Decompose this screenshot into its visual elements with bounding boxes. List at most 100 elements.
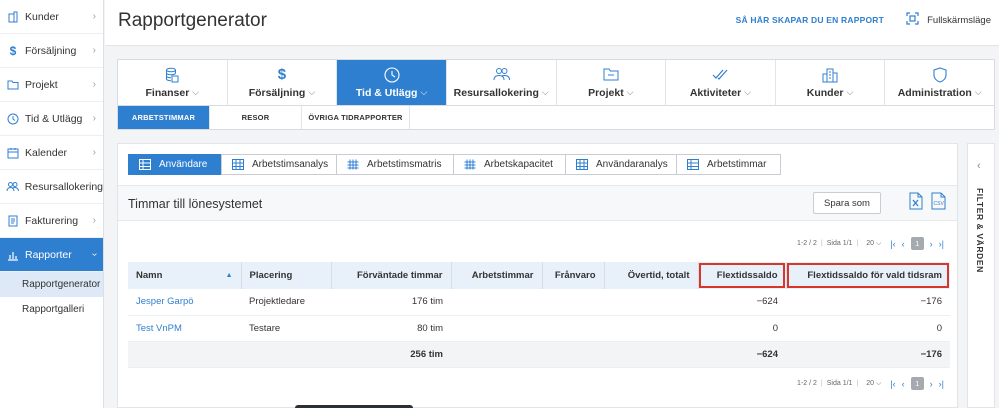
subtab-arbetstimmar[interactable]: ARBETSTIMMAR xyxy=(118,106,210,129)
next-page-icon[interactable]: › xyxy=(930,379,933,389)
save-as-button[interactable]: Spara som xyxy=(813,192,881,214)
column-header-flextidssaldo[interactable]: Flextidssaldo xyxy=(698,262,787,289)
sidebar-item-label: Projekt xyxy=(25,78,58,91)
column-header-flextidssaldo-vald-tidsram[interactable]: Flextidssaldo för vald tidsram xyxy=(786,262,950,289)
sidebar-item-kunder[interactable]: Kunder › xyxy=(0,0,103,34)
csv-icon-text: CSV xyxy=(934,201,945,207)
category-aktiviteter[interactable]: Aktiviteter ⌵ xyxy=(666,60,776,105)
row-name-link[interactable]: Jesper Garpö xyxy=(128,289,241,316)
sidebar-item-label: Tid & Utlägg xyxy=(25,112,83,125)
column-header-overtid-totalt[interactable]: Övertid, totalt xyxy=(604,262,699,289)
page-size-select[interactable]: 20 ⌵ xyxy=(866,380,881,388)
report-tab-arbetstimsmatris[interactable]: Arbetstimsmatris xyxy=(336,154,454,175)
current-page[interactable]: 1 xyxy=(910,237,924,250)
invoice-icon xyxy=(6,214,20,228)
clock-icon xyxy=(384,66,400,83)
row-worked-hours xyxy=(451,289,542,316)
page-title: Rapportgenerator xyxy=(118,10,267,31)
report-tab-arbetstimmar[interactable]: Arbetstimmar xyxy=(676,154,781,175)
category-tid-utlagg[interactable]: Tid & Utlägg ⌵ xyxy=(337,60,447,105)
filter-panel-toggle[interactable]: ‹ FILTER & VÄRDEN xyxy=(967,143,995,408)
column-header-forvantade-timmar[interactable]: Förväntade timmar xyxy=(331,262,452,289)
sidebar-item-projekt[interactable]: Projekt › xyxy=(0,68,103,102)
category-administration[interactable]: Administration ⌵ xyxy=(885,60,994,105)
category-label: Administration xyxy=(897,86,972,99)
category-kunder[interactable]: Kunder ⌵ xyxy=(776,60,886,105)
dollar-icon: $ xyxy=(9,43,17,58)
category-label: Projekt xyxy=(588,86,624,99)
sidebar: Kunder › $ Försäljning › Projekt › Tid &… xyxy=(0,0,104,408)
chevron-down-icon: › xyxy=(88,252,100,257)
first-page-icon[interactable]: |‹ xyxy=(890,379,895,389)
prev-page-icon[interactable]: ‹ xyxy=(902,239,905,249)
excel-export-icon[interactable] xyxy=(909,192,923,215)
row-overtime xyxy=(604,289,698,316)
row-absence xyxy=(542,289,604,316)
page-size-value: 20 xyxy=(866,380,875,387)
shield-icon xyxy=(933,66,947,83)
last-page-icon[interactable]: ›| xyxy=(939,379,944,389)
list-icon xyxy=(687,159,699,170)
row-flex-balance-range: −176 xyxy=(786,289,950,316)
report-tab-label: Användare xyxy=(159,159,208,170)
chevron-right-icon: › xyxy=(92,79,96,90)
category-bar: Finanser ⌵ $ Försäljning ⌵ Tid & Utlägg ⌵ R… xyxy=(117,59,995,106)
row-flex-balance: 0 xyxy=(698,315,786,342)
column-header-namn[interactable]: Namn ▲ xyxy=(128,262,242,289)
sidebar-item-rapporter[interactable]: Rapporter › xyxy=(0,238,103,272)
csv-export-icon[interactable]: CSV xyxy=(931,192,947,215)
how-to-create-report-link[interactable]: SÅ HÄR SKAPAR DU EN RAPPORT xyxy=(736,15,884,25)
chevron-down-icon: ⌵ xyxy=(744,87,752,97)
pagination-page-info: Sida 1/1 xyxy=(826,380,853,387)
chart-icon xyxy=(6,248,20,262)
row-overtime xyxy=(604,315,698,342)
sort-asc-icon: ▲ xyxy=(225,272,233,279)
prev-page-icon[interactable]: ‹ xyxy=(902,379,905,389)
chevron-right-icon: › xyxy=(92,147,96,158)
row-expected-hours: 176 tim xyxy=(331,289,451,316)
sidebar-item-resursallokering[interactable]: Resursallokering xyxy=(0,170,103,204)
report-table: Namn ▲ Placering Förväntade timmar Arbets… xyxy=(128,262,950,368)
subtab-ovriga-tidrapporter[interactable]: ÖVRIGA TIDRAPPORTER xyxy=(302,106,410,129)
current-page[interactable]: 1 xyxy=(910,377,924,390)
sidebar-subitem-rapportgenerator[interactable]: Rapportgenerator xyxy=(0,272,103,297)
page-size-value: 20 xyxy=(866,240,875,247)
next-page-icon[interactable]: › xyxy=(930,239,933,249)
row-worked-hours xyxy=(451,315,542,342)
report-tab-anvandare[interactable]: Användare xyxy=(128,154,222,175)
column-header-placering[interactable]: Placering xyxy=(241,262,332,289)
chevron-left-icon: ‹ xyxy=(977,160,981,172)
pagination-top: 1-2 / 2 | Sida 1/1 | 20 ⌵ |‹ ‹ 1 › ›| xyxy=(797,237,944,250)
report-header: Timmar till lönesystemet Spara som CSV xyxy=(118,185,957,221)
category-finanser[interactable]: Finanser ⌵ xyxy=(118,60,228,105)
page-size-select[interactable]: 20 ⌵ xyxy=(866,240,881,248)
row-name-link[interactable]: Test VnPM xyxy=(128,315,241,342)
double-check-icon xyxy=(712,67,728,83)
category-projekt[interactable]: Projekt ⌵ xyxy=(557,60,667,105)
fullscreen-button[interactable]: Fullskärmsläge xyxy=(906,12,991,28)
sidebar-item-forsaljning[interactable]: $ Försäljning › xyxy=(0,34,103,68)
matrix-icon xyxy=(347,159,359,170)
column-header-arbetstimmar[interactable]: Arbetstimmar xyxy=(451,262,543,289)
sidebar-item-tid-utlagg[interactable]: Tid & Utlägg › xyxy=(0,102,103,136)
column-header-franvaro[interactable]: Frånvaro xyxy=(542,262,605,289)
sidebar-item-kalender[interactable]: Kalender › xyxy=(0,136,103,170)
grid-icon xyxy=(232,159,244,170)
last-page-icon[interactable]: ›| xyxy=(939,239,944,249)
pagination-range: 1-2 / 2 xyxy=(797,380,817,387)
chevron-down-icon: ⌵ xyxy=(308,87,316,97)
chevron-down-icon: ⌵ xyxy=(541,87,549,97)
report-tab-arbetstimsanalys[interactable]: Arbetstimsanalys xyxy=(221,154,337,175)
subtab-resor[interactable]: RESOR xyxy=(210,106,302,129)
first-page-icon[interactable]: |‹ xyxy=(890,239,895,249)
category-label: Resursallokering xyxy=(453,86,539,99)
sidebar-subitem-rapportgalleri[interactable]: Rapportgalleri xyxy=(0,297,103,322)
category-resursallokering[interactable]: Resursallokering ⌵ xyxy=(447,60,557,105)
report-tab-anvandaranalys[interactable]: Användaranalys xyxy=(565,154,677,175)
sidebar-item-fakturering[interactable]: Fakturering › xyxy=(0,204,103,238)
report-tab-arbetskapacitet[interactable]: Arbetskapacitet xyxy=(453,154,566,175)
building-icon xyxy=(6,10,20,24)
category-forsaljning[interactable]: $ Försäljning ⌵ xyxy=(228,60,338,105)
chevron-down-icon: ⌵ xyxy=(626,87,634,97)
chevron-right-icon: › xyxy=(92,11,96,22)
